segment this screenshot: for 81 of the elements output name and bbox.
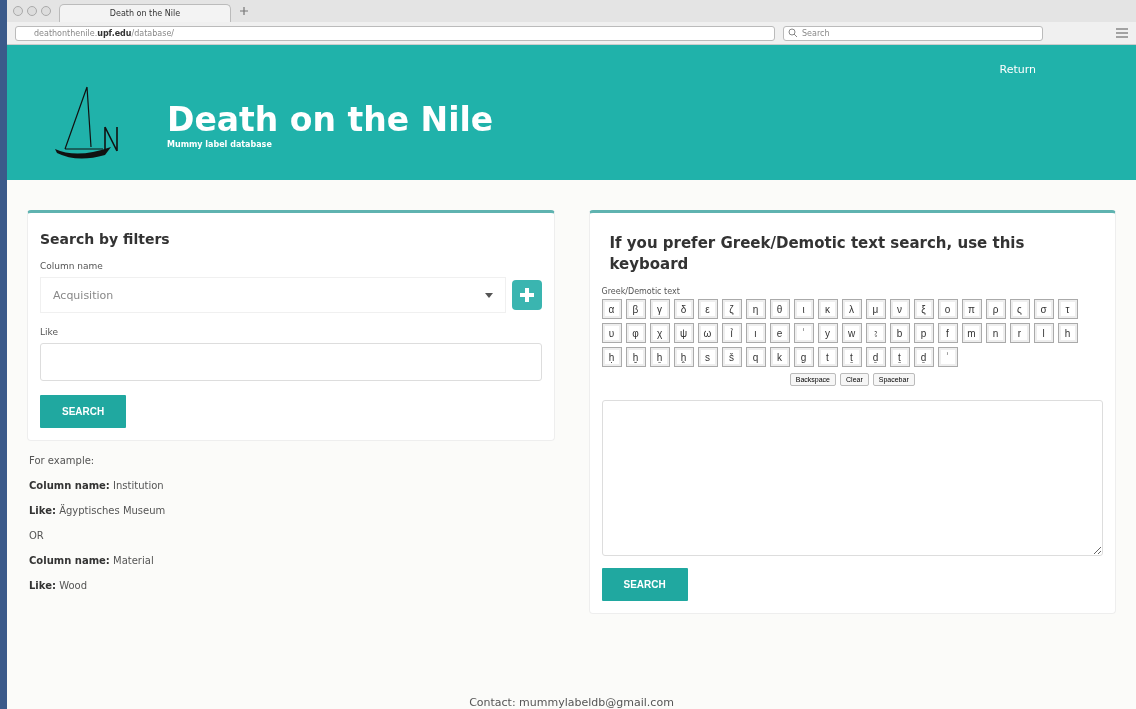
keyboard-key[interactable]: ṯ xyxy=(841,347,862,367)
keyboard-key[interactable]: ẖ xyxy=(649,347,670,367)
keyboard-key[interactable]: ε xyxy=(697,299,718,319)
keyboard-key[interactable]: h̭ xyxy=(673,347,694,367)
keyboard-key[interactable]: ω xyxy=(697,323,718,343)
card-title: If you prefer Greek/Demotic text search, use this keyboard xyxy=(609,233,1026,275)
keyboard-key[interactable]: ξ xyxy=(913,299,934,319)
example-text: Column name: Institution xyxy=(29,480,165,491)
keyboard-key[interactable]: š xyxy=(721,347,742,367)
keyboard-key[interactable]: ḥ xyxy=(601,347,622,367)
keyboard-key[interactable]: ν xyxy=(889,299,910,319)
keyboard-key[interactable]: y xyxy=(817,323,838,343)
new-tab-icon[interactable] xyxy=(239,6,249,16)
keyboard-key[interactable]: υ xyxy=(601,323,622,343)
keyboard-key[interactable]: r xyxy=(1009,323,1030,343)
keyboard-key[interactable]: ḏ xyxy=(865,347,886,367)
keyboard-key[interactable]: ζ xyxy=(721,299,742,319)
add-button[interactable] xyxy=(511,280,542,310)
keyboard-key[interactable]: β xyxy=(625,299,646,319)
example-text: Like: Ägyptisches Museum xyxy=(29,505,167,516)
site-title: Death on the Nile xyxy=(167,103,494,136)
field-label: Like xyxy=(40,327,59,337)
keyboard-key[interactable]: g xyxy=(793,347,814,367)
keyboard-key[interactable]: ʾ xyxy=(937,347,958,367)
site-subtitle: Mummy label database xyxy=(167,140,273,149)
example-text: Like: Wood xyxy=(29,580,89,591)
keyboard-key[interactable]: h xyxy=(1057,323,1078,343)
keyboard-key[interactable]: σ xyxy=(1033,299,1054,319)
browser-search-field[interactable]: Search xyxy=(783,25,1043,41)
field-label: Column name xyxy=(40,261,104,271)
keyboard-key[interactable]: ḫ xyxy=(625,347,646,367)
plus-icon xyxy=(517,286,536,304)
like-input-field[interactable] xyxy=(40,343,542,381)
keyboard-key[interactable]: ṯ xyxy=(889,347,910,367)
menu-icon[interactable] xyxy=(1116,28,1128,38)
address-bar[interactable]: deathonthenile.upf.edu/database/ xyxy=(15,25,775,41)
keyboard-key[interactable]: φ xyxy=(625,323,646,343)
keyboard-key[interactable]: s xyxy=(697,347,718,367)
keyboard-key[interactable]: ḏ xyxy=(913,347,934,367)
card-title: Search by filters xyxy=(40,231,171,247)
keyboard-key[interactable]: α xyxy=(601,299,622,319)
keyboard-key[interactable]: f xyxy=(937,323,958,343)
example-text: For example: xyxy=(29,455,96,466)
keyboard-key[interactable]: p xyxy=(913,323,934,343)
keyboard-key[interactable]: ς xyxy=(1009,299,1030,319)
keyboard-label: Greek/Demotic text xyxy=(601,287,681,296)
keyboard-key[interactable]: ʿ xyxy=(793,323,814,343)
column-select[interactable]: Acquisition xyxy=(40,277,506,313)
keyboard-key[interactable]: χ xyxy=(649,323,670,343)
keyboard-key[interactable]: δ xyxy=(673,299,694,319)
keyboard-key[interactable]: ı xyxy=(745,323,766,343)
keyboard-key[interactable]: k xyxy=(769,347,790,367)
keyboard-key[interactable]: η xyxy=(745,299,766,319)
keyboard-key[interactable]: b xyxy=(889,323,910,343)
keyboard-key[interactable]: q xyxy=(745,347,766,367)
search-icon xyxy=(788,28,798,38)
keyboard-key[interactable]: w xyxy=(841,323,862,343)
keyboard-key[interactable]: μ xyxy=(865,299,886,319)
example-text: Column name: Material xyxy=(29,555,155,566)
keyboard-key[interactable]: γ xyxy=(649,299,670,319)
keyboard-key[interactable]: ι xyxy=(793,299,814,319)
keyboard-key[interactable]: n xyxy=(985,323,1006,343)
keyboard-key[interactable]: λ xyxy=(841,299,862,319)
keyboard-key[interactable]: ꜣ xyxy=(865,323,886,343)
keyboard-key[interactable]: t xyxy=(817,347,838,367)
contact-text: Contact: mummylabeldb@gmail.com xyxy=(469,696,674,709)
keyboard-key[interactable]: ο xyxy=(937,299,958,319)
browser-tab[interactable]: Death on the Nile xyxy=(59,4,231,22)
keyboard-key[interactable]: ψ xyxy=(673,323,694,343)
keyboard-key[interactable]: ỉ xyxy=(721,323,742,343)
keyboard-key[interactable]: m xyxy=(961,323,982,343)
keyboard-key[interactable]: l xyxy=(1033,323,1054,343)
keyboard-key[interactable]: κ xyxy=(817,299,838,319)
keyboard-key[interactable]: π xyxy=(961,299,982,319)
example-text: OR xyxy=(29,530,45,541)
keyboard-key[interactable]: ρ xyxy=(985,299,1006,319)
keyboard-key[interactable]: e xyxy=(769,323,790,343)
caret-icon xyxy=(484,292,493,298)
keyboard-key[interactable]: θ xyxy=(769,299,790,319)
keyboard-key[interactable]: τ xyxy=(1057,299,1078,319)
text-area-field[interactable] xyxy=(601,400,1103,556)
